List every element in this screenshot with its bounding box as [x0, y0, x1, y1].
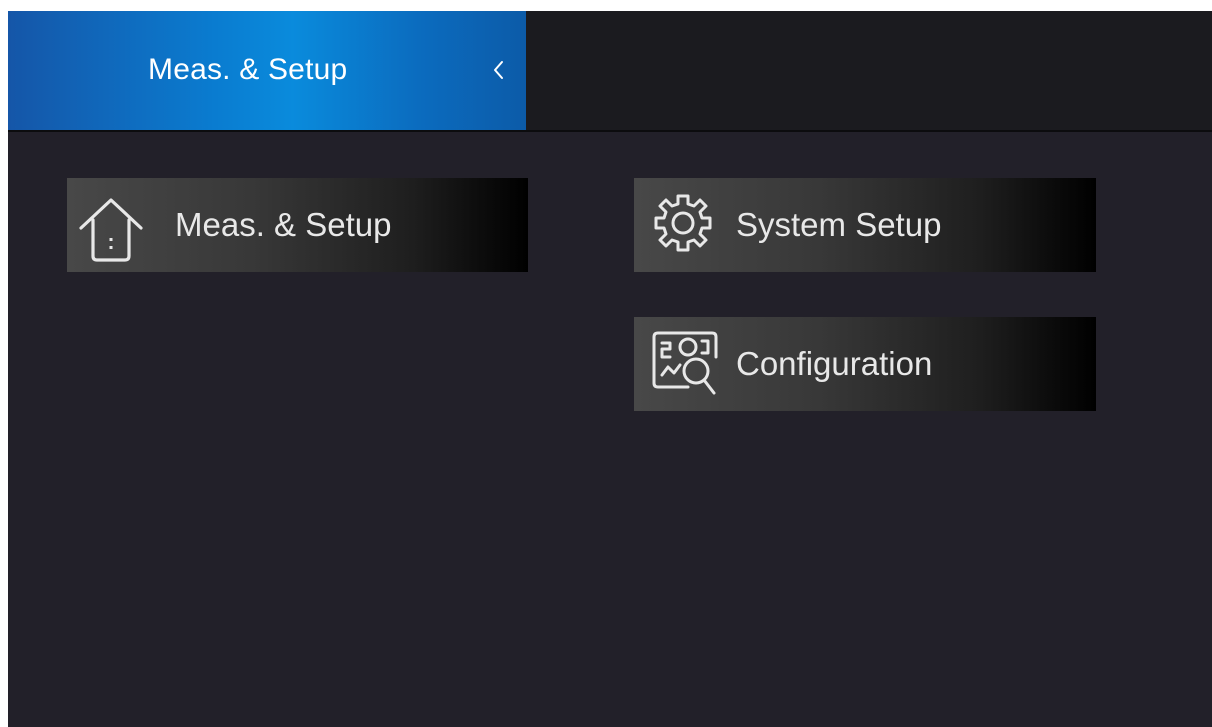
meas-setup-button[interactable]: Meas. & Setup: [67, 178, 528, 272]
page-title: Meas. & Setup: [148, 53, 348, 86]
chevron-left-icon[interactable]: [492, 58, 506, 82]
system-setup-label: System Setup: [736, 206, 942, 243]
meas-setup-label: Meas. & Setup: [175, 206, 392, 243]
home-icon: [79, 198, 143, 262]
configuration-label: Configuration: [736, 345, 933, 382]
configuration-search-icon: [652, 331, 718, 395]
system-setup-button[interactable]: System Setup: [634, 178, 1096, 272]
device-screen: Meas. & Setup Meas. & Setup System Setup: [8, 11, 1212, 727]
breadcrumb-tab[interactable]: Meas. & Setup: [8, 11, 526, 130]
top-bar: Meas. & Setup: [8, 11, 1212, 132]
gear-icon: [654, 194, 712, 252]
configuration-button[interactable]: Configuration: [634, 317, 1096, 411]
